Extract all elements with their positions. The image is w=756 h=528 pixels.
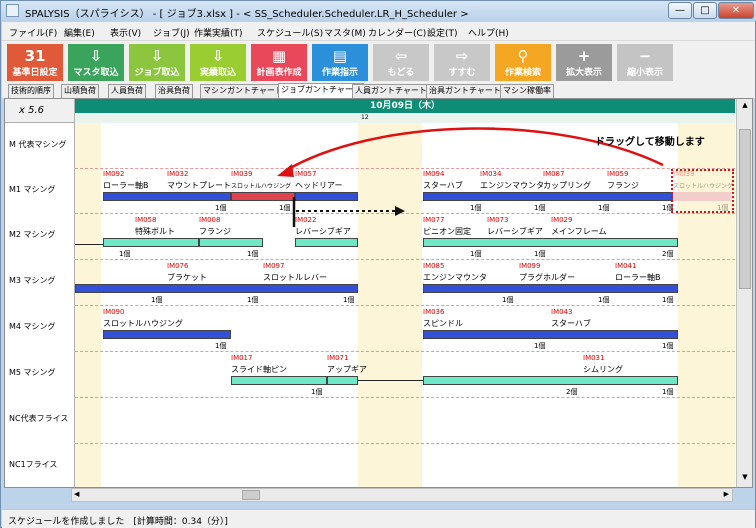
scroll-left-icon[interactable]: ◀ (74, 490, 79, 498)
row-labels: M 代表マシング M1 マシング M2 マシング M3 マシング M4 マシング… (5, 123, 75, 487)
search-icon: ⚲ (517, 47, 529, 65)
tab-load-accumulation[interactable]: 山積負荷 (61, 84, 99, 98)
download-icon: ⇩ (211, 47, 225, 65)
menu-help[interactable]: ヘルプ(H) (468, 26, 509, 39)
download-icon: ⇩ (150, 47, 164, 65)
maximize-button[interactable]: □ (693, 2, 717, 19)
tab-machine-gantt[interactable]: マシンガントチャート (200, 84, 286, 98)
row-label: M2 マシング (9, 230, 56, 239)
minus-icon: − (638, 47, 652, 65)
row-label: M5 マシング (9, 368, 56, 377)
toolbar: 31 基準日設定 ⇩ マスタ取込 ⇩ ジョブ取込 ⇩ 実績取込 ▦ 計画表作成 ▤ 作業指示… (2, 41, 755, 83)
back-button[interactable]: ⇦ もどる (373, 44, 429, 81)
title-bar: SPALYSIS（スパライシス） - [ ジョブ3.xlsx ] - < SS_… (1, 1, 756, 21)
import-actuals-button[interactable]: ⇩ 実績取込 (190, 44, 246, 81)
forward-button[interactable]: ⇨ すすむ (434, 44, 490, 81)
application-window: SPALYSIS（スパライシス） - [ ジョブ3.xlsx ] - < SS_… (0, 0, 756, 528)
work-instruction-button[interactable]: ▤ 作業指示 (312, 44, 368, 81)
row-label: NC代表フライス (9, 414, 69, 423)
hour-header: 12 (75, 113, 735, 123)
menu-master[interactable]: マスタ(M) (324, 26, 366, 39)
job-gantt-chart: x 5.6 10月09日（木） 12 M 代表マシング M1 マシング M2 マ… (4, 98, 753, 488)
download-icon: ⇩ (89, 47, 103, 65)
menu-job[interactable]: ジョブ(J) (153, 26, 190, 39)
plus-icon: + (577, 47, 591, 65)
horizontal-scroll-thumb[interactable] (242, 490, 260, 500)
import-jobs-button[interactable]: ⇩ ジョブ取込 (129, 44, 185, 81)
zoom-level: x 5.6 (5, 99, 75, 123)
menu-calendar[interactable]: カレンダー(C) (368, 26, 426, 39)
menu-edit[interactable]: 編集(E) (64, 26, 95, 39)
calendar-icon: 31 (24, 47, 46, 65)
scroll-up-icon[interactable]: ▲ (739, 101, 751, 113)
search-work-button[interactable]: ⚲ 作業検索 (495, 44, 551, 81)
horizontal-scrollbar[interactable]: ◀ ▶ (71, 488, 733, 502)
close-button[interactable]: ✕ (718, 2, 754, 19)
tab-strip: 技術的順序 山積負荷 人員負荷 治具負荷 マシンガントチャート ジョブガントチャ… (2, 83, 755, 99)
create-plan-button[interactable]: ▦ 計画表作成 (251, 44, 307, 81)
gantt-plot-area: IM092 ローラー軸B IM032 マウントプレート IM039 スロットルハ… (75, 123, 735, 487)
window-title: SPALYSIS（スパライシス） - [ ジョブ3.xlsx ] - < SS_… (25, 9, 469, 20)
row-label: M 代表マシング (9, 140, 67, 149)
menu-work-results[interactable]: 作業実績(T) (194, 26, 243, 39)
drag-annotation-label: ドラッグして移動します (595, 137, 705, 148)
tab-jig-gantt[interactable]: 治具ガントチャート (426, 84, 504, 98)
hour-marker: 12 (361, 114, 369, 121)
scroll-right-icon[interactable]: ▶ (724, 490, 729, 498)
zoom-in-button[interactable]: + 拡大表示 (556, 44, 612, 81)
menu-view[interactable]: 表示(V) (110, 26, 141, 39)
arrow-right-icon: ⇨ (455, 47, 469, 65)
tab-machine-utilization[interactable]: マシン稼働率 (500, 84, 554, 98)
drag-annotation-arrows (277, 127, 664, 227)
app-icon (6, 4, 19, 17)
tab-technical-order[interactable]: 技術的順序 (8, 84, 54, 98)
vertical-scroll-thumb[interactable] (739, 129, 751, 289)
arrow-left-icon: ⇦ (394, 47, 408, 65)
status-bar: スケジュールを作成しました [計算時間：0.34（分）] (2, 509, 755, 528)
row-label: M1 マシング (9, 185, 56, 194)
import-master-button[interactable]: ⇩ マスタ取込 (68, 44, 124, 81)
minimize-button[interactable]: — (668, 2, 692, 19)
row-label: M3 マシング (9, 276, 56, 285)
grid-icon: ▦ (271, 47, 287, 65)
menu-schedule[interactable]: スケジュール(S) (257, 26, 323, 39)
date-header: 10月09日（木） (75, 99, 735, 113)
status-text: スケジュールを作成しました [計算時間：0.34（分）] (8, 517, 228, 527)
scroll-down-icon[interactable]: ▼ (739, 473, 751, 485)
menu-bar: ファイル(F) 編集(E) 表示(V) ジョブ(J) 作業実績(T) スケジュー… (2, 22, 755, 41)
menu-file[interactable]: ファイル(F) (9, 26, 57, 39)
tab-personnel-load[interactable]: 人員負荷 (108, 84, 146, 98)
menu-settings[interactable]: 設定(T) (427, 26, 458, 39)
row-label: NC1フライス (9, 460, 58, 469)
zoom-out-button[interactable]: − 縮小表示 (617, 44, 673, 81)
tab-jig-load[interactable]: 治具負荷 (155, 84, 193, 98)
vertical-scrollbar[interactable]: ▲ ▼ (736, 99, 752, 487)
row-label: M4 マシング (9, 322, 56, 331)
tab-personnel-gantt[interactable]: 人員ガントチャート (352, 84, 430, 98)
set-base-date-button[interactable]: 31 基準日設定 (7, 44, 63, 81)
document-icon: ▤ (332, 47, 348, 65)
